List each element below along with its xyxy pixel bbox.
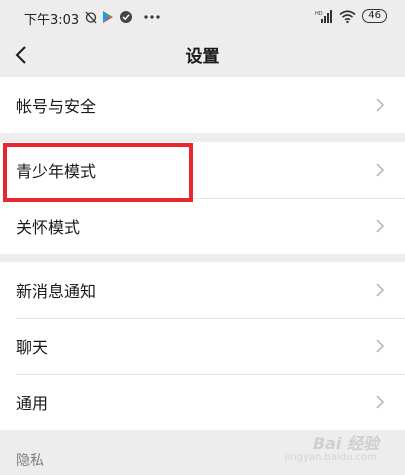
chevron-right-icon — [376, 339, 385, 353]
settings-group-account: 帐号与安全 — [0, 77, 405, 133]
settings-item-general[interactable]: 通用 — [0, 374, 405, 430]
settings-item-label: 帐号与安全 — [16, 97, 97, 116]
chevron-right-icon — [376, 395, 385, 409]
status-time: 下午3:03 — [24, 13, 80, 28]
section-label-privacy: 隐私 — [16, 453, 44, 469]
chevron-right-icon — [376, 219, 385, 233]
settings-item-label: 新消息通知 — [16, 282, 97, 301]
signal-label: HD — [315, 11, 323, 17]
watermark-logo: Bai 经验 — [312, 434, 379, 453]
status-bar: 下午3:03 HD 46 — [0, 0, 405, 36]
chevron-right-icon — [376, 283, 385, 297]
highlight-box — [3, 143, 193, 202]
wifi-icon — [339, 9, 356, 23]
signal-icon: HD — [315, 9, 333, 23]
alarm-off-icon — [85, 11, 97, 24]
settings-item-notifications[interactable]: 新消息通知 — [0, 262, 405, 318]
more-icon — [144, 15, 160, 19]
settings-item-label: 聊天 — [16, 338, 49, 357]
chevron-right-icon — [376, 98, 385, 112]
settings-item-label: 通用 — [16, 394, 49, 413]
settings-item-account-security[interactable]: 帐号与安全 — [0, 77, 405, 133]
settings-group-general: 新消息通知 聊天 通用 — [0, 262, 405, 430]
play-store-icon — [103, 11, 113, 23]
check-circle-icon — [120, 11, 132, 23]
settings-item-label: 关怀模式 — [16, 218, 81, 237]
watermark-url: jingyan.baidu.com — [284, 452, 377, 463]
settings-item-chat[interactable]: 聊天 — [0, 318, 405, 374]
chevron-right-icon — [376, 163, 385, 177]
page-title: 设置 — [185, 47, 220, 67]
battery-indicator: 46 — [362, 9, 387, 23]
settings-item-care-mode[interactable]: 关怀模式 — [0, 198, 405, 254]
nav-bar: 设置 — [0, 36, 405, 74]
